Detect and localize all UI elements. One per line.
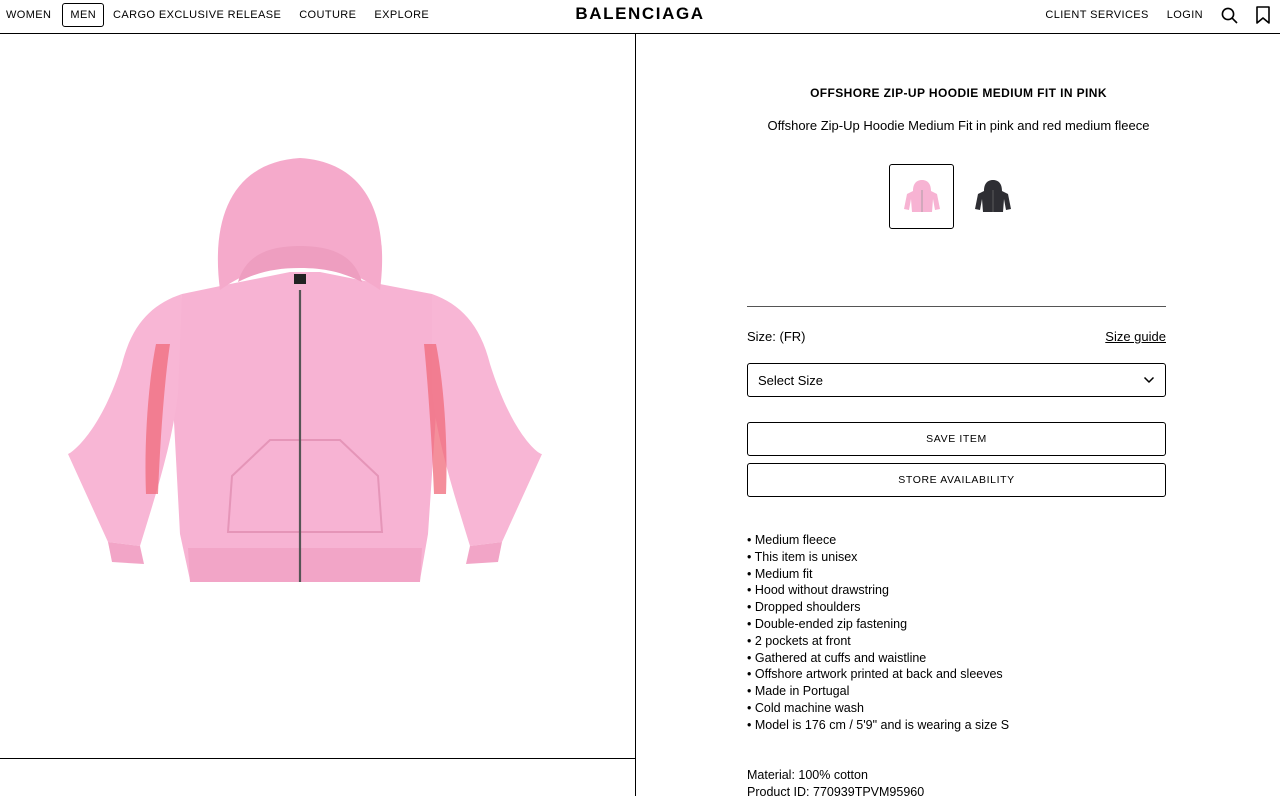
nav-men[interactable]: MEN <box>62 3 105 27</box>
save-item-button[interactable]: SAVE ITEM <box>747 422 1166 456</box>
chevron-down-icon <box>1143 376 1155 384</box>
store-availability-button[interactable]: STORE AVAILABILITY <box>747 463 1166 497</box>
color-swatches <box>889 164 1025 229</box>
feature-item: Dropped shoulders <box>747 599 1009 616</box>
product-image-pane-secondary <box>0 759 636 796</box>
feature-item: Offshore artwork printed at back and sle… <box>747 666 1009 683</box>
swatch-black[interactable] <box>960 164 1025 229</box>
feature-item: 2 pockets at front <box>747 633 1009 650</box>
search-icon[interactable] <box>1212 3 1246 27</box>
feature-item: Medium fleece <box>747 532 1009 549</box>
size-guide-link[interactable]: Size guide <box>1105 329 1166 344</box>
main-nav: WOMEN MEN CARGO EXCLUSIVE RELEASE COUTUR… <box>0 3 438 27</box>
pink-hoodie-thumbnail <box>903 179 940 212</box>
product-subtitle: Offshore Zip-Up Hoodie Medium Fit in pin… <box>767 118 1150 133</box>
login-link[interactable]: LOGIN <box>1158 3 1212 27</box>
swatch-pink[interactable] <box>889 164 954 229</box>
size-select-value: Select Size <box>758 372 824 388</box>
black-hoodie-thumbnail <box>974 179 1011 212</box>
material-info: Material: 100% cotton Product ID: 770939… <box>747 767 924 796</box>
bookmark-icon[interactable] <box>1246 3 1280 27</box>
feature-item: Double-ended zip fastening <box>747 616 1009 633</box>
product-title: OFFSHORE ZIP-UP HOODIE MEDIUM FIT IN PIN… <box>810 86 1107 100</box>
nav-women[interactable]: WOMEN <box>0 3 62 27</box>
nav-cargo-exclusive-release[interactable]: CARGO EXCLUSIVE RELEASE <box>104 3 290 27</box>
site-header: WOMEN MEN CARGO EXCLUSIVE RELEASE COUTUR… <box>0 0 1280 34</box>
material-text: Material: 100% cotton <box>747 768 868 782</box>
nav-couture[interactable]: COUTURE <box>290 3 365 27</box>
feature-item: Medium fit <box>747 566 1009 583</box>
client-services-link[interactable]: CLIENT SERVICES <box>1036 3 1157 27</box>
feature-list: Medium fleece This item is unisex Medium… <box>747 532 1009 734</box>
feature-item: Model is 176 cm / 5'9" and is wearing a … <box>747 717 1009 734</box>
brand-logo[interactable]: BALENCIAGA <box>575 4 704 23</box>
size-label: Size: (FR) <box>747 329 806 344</box>
nav-explore[interactable]: EXPLORE <box>365 3 438 27</box>
feature-item: Gathered at cuffs and waistline <box>747 650 1009 667</box>
feature-item: Cold machine wash <box>747 700 1009 717</box>
product-image-pane <box>0 34 636 759</box>
divider <box>747 306 1166 307</box>
size-row: Size: (FR) Size guide <box>747 329 1166 344</box>
feature-item: This item is unisex <box>747 549 1009 566</box>
utility-nav: CLIENT SERVICES LOGIN <box>1036 3 1280 27</box>
feature-item: Made in Portugal <box>747 683 1009 700</box>
size-select[interactable]: Select Size <box>747 363 1166 397</box>
product-info-pane: OFFSHORE ZIP-UP HOODIE MEDIUM FIT IN PIN… <box>637 34 1280 796</box>
feature-item: Hood without drawstring <box>747 582 1009 599</box>
product-id-text: Product ID: 770939TPVM95960 <box>747 784 925 796</box>
product-image-hoodie[interactable] <box>60 154 550 594</box>
